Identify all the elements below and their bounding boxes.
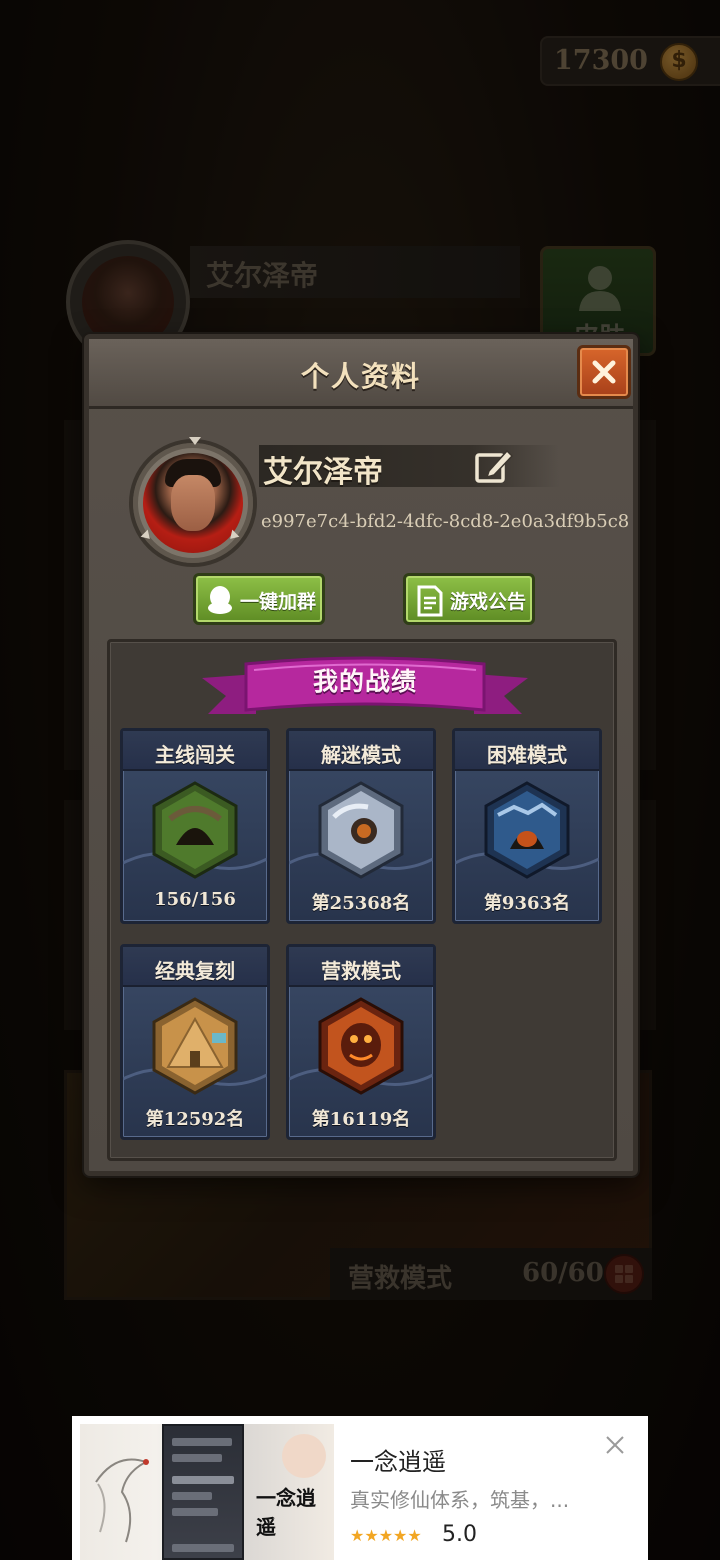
frozen-cave-icon <box>484 781 570 879</box>
ad-rating: 5.0 <box>442 1522 477 1547</box>
player-id: e997e7c4-bfd2-4dfc-8cd8-2e0a3df9b5c8 <box>261 511 630 532</box>
document-icon <box>417 585 443 617</box>
mode-value: 第12592名 <box>145 1109 245 1130</box>
mode-title: 困难模式 <box>487 743 567 767</box>
ice-creature-icon <box>318 781 404 879</box>
mode-value: 第16119名 <box>311 1109 411 1130</box>
avatar-marker <box>226 529 240 543</box>
game-notice-button[interactable]: 游戏公告 <box>403 573 535 625</box>
profile-modal: 个人资料 艾尔泽帝 e997e7c4-bfd2-4dfc-8cd8-2e0a3d… <box>84 334 638 1176</box>
modal-title: 个人资料 <box>300 360 421 393</box>
ad-phone-row <box>172 1508 218 1516</box>
mode-value: 第25368名 <box>311 893 411 914</box>
pyramid-icon <box>152 997 238 1095</box>
close-icon <box>592 360 616 384</box>
edit-name-button[interactable] <box>473 445 515 487</box>
stats-panel: 我的战绩 主线闯关 156/156 解迷模式 第25368名 困难模式 第936… <box>107 639 617 1161</box>
avatar-portrait <box>143 453 243 553</box>
edit-icon <box>475 449 514 483</box>
qq-penguin-icon <box>208 586 232 614</box>
avatar[interactable] <box>129 437 257 567</box>
ad-sun-illustration <box>282 1434 326 1478</box>
stats-title: 我的战绩 <box>312 667 417 696</box>
mode-card-rescue[interactable]: 营救模式 第16119名 <box>286 944 436 1140</box>
join-group-label: 一键加群 <box>240 591 317 613</box>
game-notice-label: 游戏公告 <box>450 591 527 613</box>
mode-card-header: 经典复刻 <box>123 947 267 987</box>
mode-card-puzzle[interactable]: 解迷模式 第25368名 <box>286 728 436 924</box>
mode-value: 第9363名 <box>483 893 571 914</box>
ad-title: 一念逍遥 <box>350 1448 446 1476</box>
modal-header: 个人资料 <box>89 339 633 409</box>
lava-monster-icon <box>318 997 404 1095</box>
mode-card-header: 主线闯关 <box>123 731 267 771</box>
ad-phone-row <box>172 1492 212 1500</box>
mode-card-main-stage[interactable]: 主线闯关 156/156 <box>120 728 270 924</box>
cave-entrance-icon <box>152 781 238 879</box>
mode-value: 156/156 <box>154 889 236 910</box>
ad-phone-row <box>172 1476 234 1484</box>
ad-banner[interactable]: 一念逍遥 一念逍遥 真实修仙体系，筑基，... ★★★★★ 5.0 <box>72 1416 648 1560</box>
ad-logo: 一念逍遥 <box>256 1486 316 1539</box>
mode-card-classic[interactable]: 经典复刻 第12592名 <box>120 944 270 1140</box>
mode-card-header: 困难模式 <box>455 731 599 771</box>
close-button[interactable] <box>577 345 631 399</box>
avatar-face <box>171 475 215 531</box>
mode-title: 解迷模式 <box>321 743 401 767</box>
ad-phone-row <box>172 1454 222 1462</box>
ad-image: 一念逍遥 <box>80 1424 334 1560</box>
mode-card-hard[interactable]: 困难模式 第9363名 <box>452 728 602 924</box>
join-group-button[interactable]: 一键加群 <box>193 573 325 625</box>
avatar-marker <box>189 437 201 445</box>
ad-phone-row <box>172 1438 232 1446</box>
star-rating-icon: ★★★★★ <box>350 1526 422 1545</box>
mode-card-header: 营救模式 <box>289 947 433 987</box>
ad-phone-screenshot <box>162 1424 244 1560</box>
mode-card-header: 解迷模式 <box>289 731 433 771</box>
mode-title: 经典复刻 <box>155 959 235 983</box>
mode-title: 营救模式 <box>321 959 401 983</box>
ad-close-icon[interactable] <box>604 1434 626 1456</box>
player-name: 艾尔泽帝 <box>263 455 383 490</box>
ad-phone-row <box>172 1544 234 1552</box>
crane-illustration <box>95 1458 149 1543</box>
ad-description: 真实修仙体系，筑基，... <box>350 1488 570 1512</box>
mode-title: 主线闯关 <box>155 743 235 767</box>
